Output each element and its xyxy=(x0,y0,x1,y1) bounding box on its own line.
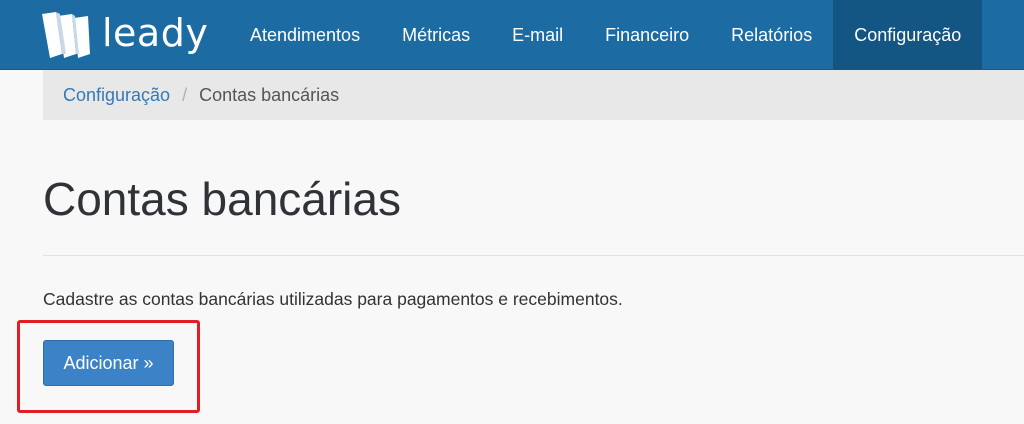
brand[interactable]: leady xyxy=(40,8,208,62)
page-title: Contas bancárias xyxy=(43,173,401,225)
breadcrumb-link-configuracao[interactable]: Configuração xyxy=(63,85,170,106)
top-navbar: leady Atendimentos Métricas E-mail Finan… xyxy=(0,0,1024,70)
nav-item-configuracao[interactable]: Configuração xyxy=(833,0,983,70)
main-nav: Atendimentos Métricas E-mail Financeiro … xyxy=(229,0,983,70)
brand-name: leady xyxy=(102,11,209,55)
breadcrumb-separator: / xyxy=(182,84,188,105)
nav-item-financeiro[interactable]: Financeiro xyxy=(584,0,710,70)
nav-item-atendimentos[interactable]: Atendimentos xyxy=(229,0,381,70)
breadcrumb-current: Contas bancárias xyxy=(199,84,340,105)
leady-logo-icon xyxy=(42,12,90,58)
page-description: Cadastre as contas bancárias utilizadas … xyxy=(43,289,623,309)
nav-item-email[interactable]: E-mail xyxy=(491,0,584,70)
title-divider xyxy=(43,255,1024,256)
breadcrumb: Configuração / Contas bancárias xyxy=(43,70,1024,120)
add-button[interactable]: Adicionar » xyxy=(43,340,174,386)
nav-item-metricas[interactable]: Métricas xyxy=(381,0,491,70)
nav-item-relatorios[interactable]: Relatórios xyxy=(710,0,833,70)
